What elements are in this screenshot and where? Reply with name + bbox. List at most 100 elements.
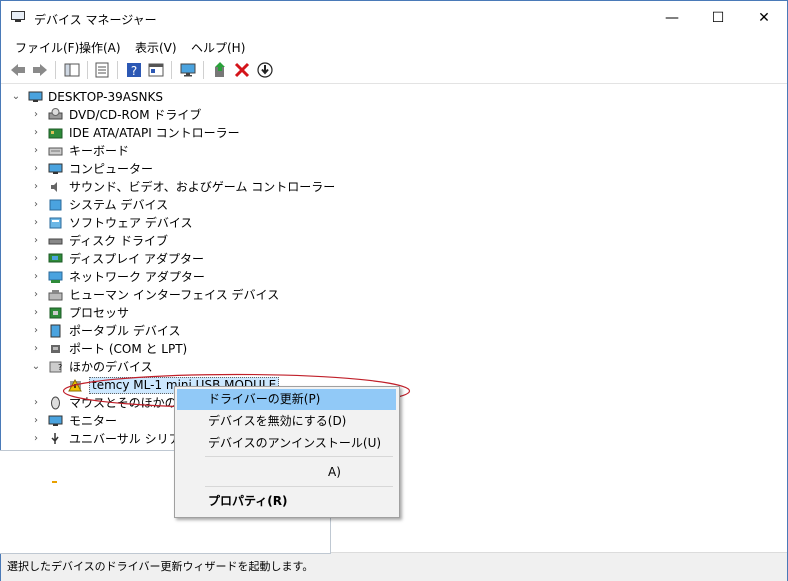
- title-bar: デバイス マネージャー — ☐ ✕: [1, 1, 787, 35]
- tree-item-category[interactable]: › ポータブル デバイス: [1, 322, 781, 340]
- expand-chevron-icon[interactable]: ›: [31, 196, 41, 214]
- hid-icon: [48, 288, 63, 302]
- monitor-icon: [48, 414, 63, 428]
- mouse-icon: [48, 396, 63, 410]
- forward-icon[interactable]: [31, 61, 49, 79]
- tree-item-category[interactable]: › システム デバイス: [1, 196, 781, 214]
- expand-chevron-icon[interactable]: ›: [31, 286, 41, 304]
- status-bar: 選択したデバイスのドライバー更新ウィザードを起動します。: [1, 552, 787, 581]
- menu-action[interactable]: 操作(A): [79, 39, 121, 56]
- menu-help[interactable]: ヘルプ(H): [191, 39, 245, 56]
- tree-item-label: ポータブル デバイス: [69, 324, 181, 338]
- warning-device-icon: [68, 378, 83, 392]
- tree-item-label: DESKTOP-39ASNKS: [48, 90, 164, 104]
- tree-item-label: モニター: [69, 414, 118, 428]
- tree-item-category[interactable]: › サウンド、ビデオ、およびゲーム コントローラー: [1, 178, 781, 196]
- tree-item-category[interactable]: › キーボード: [1, 142, 781, 160]
- port-icon: [48, 342, 63, 356]
- tree-item-category[interactable]: › IDE ATA/ATAPI コントローラー: [1, 124, 781, 142]
- svg-text:?: ?: [131, 64, 137, 78]
- menu-scan-hardware[interactable]: A): [177, 462, 396, 483]
- tree-item-label: IDE ATA/ATAPI コントローラー: [69, 126, 240, 140]
- status-text: 選択したデバイスのドライバー更新ウィザードを起動します。: [7, 560, 314, 573]
- portable-device-icon: [48, 324, 63, 338]
- toolbar: ?: [1, 57, 787, 84]
- menu-separator: [205, 486, 393, 487]
- display-adapter-icon: [48, 252, 63, 266]
- tree-item-category[interactable]: › ソフトウェア デバイス: [1, 214, 781, 232]
- menu-view[interactable]: 表示(V): [135, 39, 177, 56]
- expand-chevron-icon[interactable]: ›: [31, 214, 41, 232]
- tree-item-category[interactable]: › ディスプレイ アダプター: [1, 250, 781, 268]
- minimize-button[interactable]: —: [649, 1, 695, 35]
- expand-chevron-icon[interactable]: ›: [31, 322, 41, 340]
- software-device-icon: [48, 216, 63, 230]
- tree-item-label: キーボード: [69, 144, 130, 158]
- ide-controller-icon: [48, 126, 63, 140]
- menu-properties[interactable]: プロパティ(R): [177, 491, 396, 512]
- toolbar-separator: [87, 61, 88, 79]
- collapse-chevron-icon[interactable]: ⌄: [31, 358, 41, 376]
- tree-item-label: プロセッサ: [69, 306, 130, 320]
- tree-item-category[interactable]: › コンピューター: [1, 160, 781, 178]
- menu-disable-device[interactable]: デバイスを無効にする(D): [177, 411, 396, 432]
- tree-item-label: DVD/CD-ROM ドライブ: [69, 108, 202, 122]
- show-hide-console-tree-icon[interactable]: [63, 61, 81, 79]
- help-icon[interactable]: ?: [125, 61, 143, 79]
- back-icon[interactable]: [9, 61, 27, 79]
- other-devices-icon: ?: [48, 360, 63, 374]
- expand-chevron-icon[interactable]: ›: [31, 394, 41, 412]
- menu-bar: ファイル(F) 操作(A) 表示(V) ヘルプ(H): [1, 35, 787, 57]
- expand-chevron-icon[interactable]: ›: [31, 106, 41, 124]
- toolbar-separator: [171, 61, 172, 79]
- expand-chevron-icon[interactable]: ›: [31, 160, 41, 178]
- disable-icon[interactable]: [256, 61, 274, 79]
- tree-item-category[interactable]: › ネットワーク アダプター: [1, 268, 781, 286]
- dvd-drive-icon: [48, 108, 63, 122]
- tree-item-label: コンピューター: [69, 162, 154, 176]
- tree-item-label: ネットワーク アダプター: [69, 270, 205, 284]
- tree-item-category[interactable]: › ヒューマン インターフェイス デバイス: [1, 286, 781, 304]
- window-title: デバイス マネージャー: [34, 13, 157, 27]
- expand-chevron-icon[interactable]: ›: [31, 340, 41, 358]
- close-button[interactable]: ✕: [741, 1, 787, 35]
- expand-chevron-icon[interactable]: ›: [31, 268, 41, 286]
- tree-root[interactable]: ⌄ DESKTOP-39ASNKS: [1, 88, 781, 106]
- uninstall-icon[interactable]: [233, 61, 251, 79]
- overlay-mark: [52, 481, 57, 483]
- processor-icon: [48, 306, 63, 320]
- tree-item-category[interactable]: › ポート (COM と LPT): [1, 340, 781, 358]
- tree-item-category[interactable]: ⌄? ほかのデバイス: [1, 358, 781, 376]
- maximize-button[interactable]: ☐: [695, 1, 741, 35]
- keyboard-icon: [48, 144, 63, 158]
- monitor-scan-icon[interactable]: [179, 61, 197, 79]
- menu-separator: [205, 456, 393, 457]
- tree-item-label: システム デバイス: [69, 198, 169, 212]
- toolbar-separator: [55, 61, 56, 79]
- expand-chevron-icon[interactable]: ›: [31, 178, 41, 196]
- collapse-chevron-icon[interactable]: ⌄: [11, 88, 21, 106]
- menu-uninstall-device[interactable]: デバイスのアンインストール(U): [177, 433, 396, 454]
- expand-chevron-icon[interactable]: ›: [31, 232, 41, 250]
- device-manager-icon: [11, 11, 25, 22]
- update-driver-icon[interactable]: [211, 61, 229, 79]
- tree-item-label: ほかのデバイス: [69, 360, 153, 374]
- expand-chevron-icon[interactable]: ›: [31, 142, 41, 160]
- computer-icon: [48, 162, 63, 176]
- expand-chevron-icon[interactable]: ›: [31, 304, 41, 322]
- menu-update-driver[interactable]: ドライバーの更新(P): [177, 389, 396, 410]
- network-adapter-icon: [48, 270, 63, 284]
- expand-chevron-icon[interactable]: ›: [31, 250, 41, 268]
- tree-item-category[interactable]: › DVD/CD-ROM ドライブ: [1, 106, 781, 124]
- expand-chevron-icon[interactable]: ›: [31, 124, 41, 142]
- properties-icon[interactable]: [93, 61, 111, 79]
- tree-item-label: ポート (COM と LPT): [69, 342, 188, 356]
- tree-item-label: ヒューマン インターフェイス デバイス: [69, 288, 280, 302]
- tree-item-category[interactable]: › プロセッサ: [1, 304, 781, 322]
- usb-icon: [48, 432, 63, 446]
- expand-chevron-icon[interactable]: ›: [31, 412, 41, 430]
- tree-item-category[interactable]: › ディスク ドライブ: [1, 232, 781, 250]
- action-pane-icon[interactable]: [147, 61, 165, 79]
- expand-chevron-icon[interactable]: ›: [31, 430, 41, 448]
- menu-file[interactable]: ファイル(F): [15, 39, 79, 56]
